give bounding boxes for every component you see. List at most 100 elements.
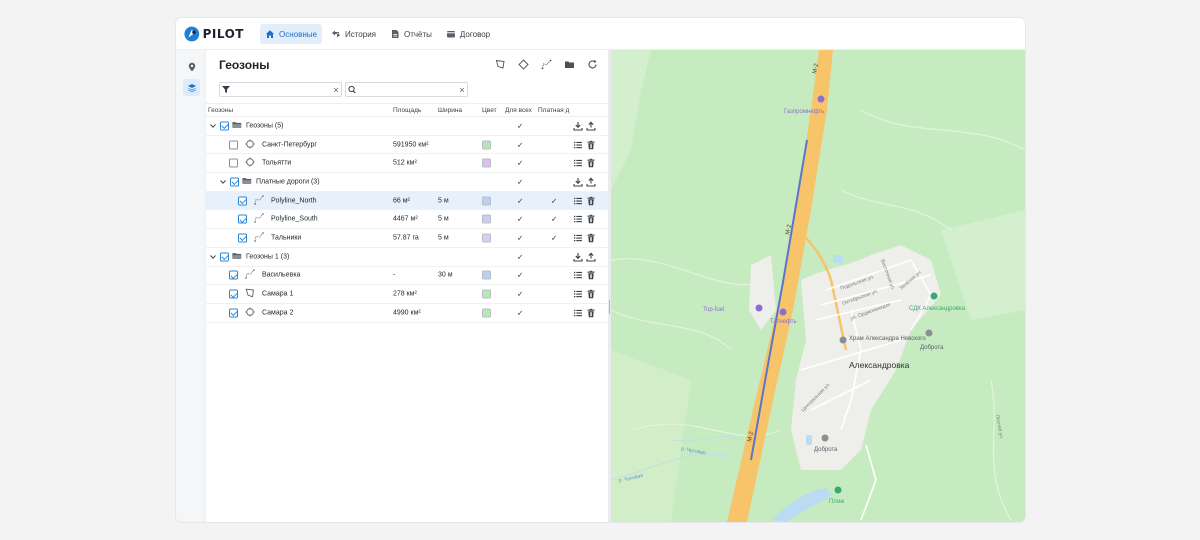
chevron-down-icon[interactable] bbox=[209, 253, 217, 261]
row-checkbox[interactable] bbox=[220, 121, 229, 131]
search-clear-icon[interactable]: × bbox=[457, 85, 467, 95]
create-polygon-button[interactable] bbox=[494, 58, 506, 70]
polyline-icon bbox=[254, 194, 264, 205]
trash-icon[interactable] bbox=[586, 233, 596, 243]
tree-zone-row[interactable]: Polyline_North 66 м² 5 м ✓ ✓ bbox=[206, 191, 608, 211]
import-icon[interactable] bbox=[573, 252, 583, 262]
filter-clear-icon[interactable]: × bbox=[331, 85, 341, 95]
list-icon[interactable] bbox=[573, 196, 583, 206]
tree-zone-row[interactable]: Тольятти 512 км² ✓ bbox=[206, 154, 608, 174]
nav-item-history[interactable]: История bbox=[326, 24, 381, 44]
trash-icon[interactable] bbox=[586, 214, 596, 224]
fuel-station-icon[interactable] bbox=[755, 304, 763, 312]
row-checkbox[interactable] bbox=[230, 177, 239, 187]
column-header-paid[interactable]: Платная д bbox=[538, 107, 572, 114]
zone-color-swatch[interactable] bbox=[482, 308, 491, 318]
trash-icon[interactable] bbox=[586, 196, 596, 206]
rail-button-objects[interactable] bbox=[183, 58, 200, 75]
list-icon[interactable] bbox=[573, 289, 583, 299]
tree-zone-row[interactable]: Санкт-Петербург 591950 км² ✓ bbox=[206, 136, 608, 155]
tree-folder-row[interactable]: Геозоны (5) ✓ bbox=[206, 117, 608, 136]
zone-color-swatch[interactable] bbox=[482, 158, 491, 168]
map-view[interactable]: М-2 М-2 М-2 Газпромнефть Top-fuel Татнеф… bbox=[611, 50, 1025, 522]
for-all-check: ✓ bbox=[517, 177, 524, 187]
tree-folder-row[interactable]: Геозоны 1 (3) ✓ bbox=[206, 248, 608, 267]
filter-input[interactable] bbox=[232, 83, 331, 96]
search-input[interactable] bbox=[358, 83, 457, 96]
row-checkbox[interactable] bbox=[238, 214, 247, 224]
export-icon[interactable] bbox=[586, 121, 596, 131]
row-checkbox[interactable] bbox=[229, 308, 238, 318]
zone-name: Polyline_South bbox=[271, 215, 318, 223]
for-all-check: ✓ bbox=[517, 252, 524, 262]
row-checkbox[interactable] bbox=[229, 140, 238, 150]
rail-button-geozones[interactable] bbox=[183, 79, 200, 96]
export-icon[interactable] bbox=[586, 252, 596, 262]
nav-item-contract[interactable]: Договор bbox=[441, 24, 495, 44]
culture-center-icon[interactable] bbox=[930, 292, 938, 300]
tree-zone-row[interactable]: Тальники 57.87 га 5 м ✓ ✓ bbox=[206, 229, 608, 248]
fuel-station-icon[interactable] bbox=[779, 308, 787, 316]
list-icon[interactable] bbox=[573, 214, 583, 224]
chevron-down-icon[interactable] bbox=[219, 178, 227, 186]
trash-icon[interactable] bbox=[586, 308, 596, 318]
refresh-button[interactable] bbox=[586, 58, 598, 70]
app-window: PILOT Основные История Отчёты Договор Ге… bbox=[176, 18, 1025, 522]
tree-zone-row[interactable]: Самара 2 4990 км² ✓ bbox=[206, 304, 608, 323]
tree-folder-row[interactable]: Платные дороги (3) ✓ bbox=[206, 173, 608, 192]
zone-color-swatch[interactable] bbox=[482, 233, 491, 243]
row-checkbox[interactable] bbox=[220, 252, 229, 262]
create-polyline-button[interactable] bbox=[540, 58, 552, 70]
trash-icon[interactable] bbox=[586, 270, 596, 280]
list-icon[interactable] bbox=[573, 270, 583, 280]
column-header-area[interactable]: Площадь bbox=[393, 107, 421, 114]
column-header-width[interactable]: Ширина bbox=[438, 107, 462, 114]
import-icon[interactable] bbox=[573, 177, 583, 187]
row-checkbox[interactable] bbox=[229, 158, 238, 168]
trash-icon[interactable] bbox=[586, 140, 596, 150]
zone-color-swatch[interactable] bbox=[482, 270, 491, 280]
zone-name: Самара 1 bbox=[262, 290, 294, 298]
nav-item-label: Основные bbox=[279, 29, 317, 39]
logo[interactable]: PILOT bbox=[184, 24, 244, 44]
zone-color-swatch[interactable] bbox=[482, 289, 491, 299]
for-all-check: ✓ bbox=[517, 214, 524, 224]
page-title: Геозоны bbox=[219, 58, 270, 72]
shop-icon[interactable] bbox=[821, 434, 829, 442]
zone-color-swatch[interactable] bbox=[482, 214, 491, 224]
zone-color-swatch[interactable] bbox=[482, 196, 491, 206]
create-folder-button[interactable] bbox=[563, 58, 575, 70]
row-checkbox[interactable] bbox=[229, 289, 238, 299]
tree-folder-label: Геозоны 1 (3) bbox=[246, 253, 290, 261]
poi-label-dobrota: Доброта bbox=[920, 345, 944, 351]
zone-color-swatch[interactable] bbox=[482, 140, 491, 150]
beach-icon[interactable] bbox=[834, 486, 842, 494]
row-checkbox[interactable] bbox=[238, 196, 247, 206]
nav-item-main[interactable]: Основные bbox=[260, 24, 322, 44]
row-checkbox[interactable] bbox=[229, 270, 238, 280]
column-header-for-all[interactable]: Для всех bbox=[505, 107, 532, 114]
list-icon[interactable] bbox=[573, 158, 583, 168]
import-icon[interactable] bbox=[573, 121, 583, 131]
export-icon[interactable] bbox=[586, 177, 596, 187]
tree-zone-row[interactable]: Васильевка - 30 м ✓ bbox=[206, 267, 608, 286]
nav-item-reports[interactable]: Отчёты bbox=[385, 24, 437, 44]
row-checkbox[interactable] bbox=[238, 233, 247, 243]
list-icon[interactable] bbox=[573, 233, 583, 243]
tree-zone-row[interactable]: Polyline_South 4467 м² 5 м ✓ ✓ bbox=[206, 210, 608, 230]
church-icon[interactable] bbox=[839, 336, 847, 344]
column-header-color[interactable]: Цвет bbox=[482, 107, 497, 114]
list-icon[interactable] bbox=[573, 140, 583, 150]
column-header-geozones[interactable]: Геозоны bbox=[208, 107, 233, 114]
create-circle-zone-button[interactable] bbox=[517, 58, 529, 70]
chevron-down-icon[interactable] bbox=[209, 122, 217, 130]
list-icon[interactable] bbox=[573, 308, 583, 318]
fuel-station-icon[interactable] bbox=[817, 95, 825, 103]
poi-label-gazpromneft: Газпромнефть bbox=[784, 109, 824, 115]
tree-zone-row[interactable]: Самара 1 278 км² ✓ bbox=[206, 285, 608, 304]
for-all-check: ✓ bbox=[517, 140, 524, 150]
trash-icon[interactable] bbox=[586, 158, 596, 168]
for-all-check: ✓ bbox=[517, 270, 524, 280]
trash-icon[interactable] bbox=[586, 289, 596, 299]
shop-icon[interactable] bbox=[925, 329, 933, 337]
